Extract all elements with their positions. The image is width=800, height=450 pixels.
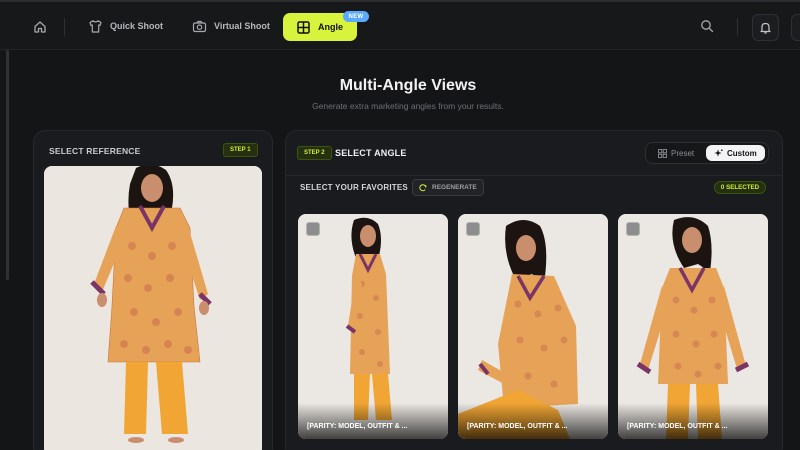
reference-image[interactable] <box>44 166 262 450</box>
mode-custom-label: Custom <box>727 148 757 158</box>
nav-virtual-shoot[interactable]: Virtual Shoot <box>192 2 270 50</box>
nav-quick-shoot-label: Quick Shoot <box>110 21 164 31</box>
shirt-icon <box>89 19 102 33</box>
reference-model-photo <box>44 166 262 450</box>
mode-preset-button[interactable]: Preset <box>650 145 702 161</box>
regenerate-button[interactable]: REGENERATE <box>412 179 484 196</box>
page-title: Multi-Angle Views <box>339 77 477 94</box>
selected-count-badge: 0 SELECTED <box>714 181 766 194</box>
nav-angle-label: Angle <box>318 22 344 32</box>
camera-icon <box>192 20 207 32</box>
top-nav-bar: Quick Shoot Virtual Shoot Angle NEW <box>0 0 800 50</box>
mode-custom-button[interactable]: Custom <box>706 145 765 161</box>
result-checkbox[interactable] <box>466 222 480 236</box>
favorites-label: SELECT YOUR FAVORITES <box>300 183 408 192</box>
result-caption: [PARITY: MODEL, OUTFIT & ... <box>467 423 568 430</box>
refresh-icon <box>419 183 427 191</box>
result-card[interactable]: [PARITY: MODEL, OUTFIT & ... <box>618 214 768 439</box>
angle-panel-title: SELECT ANGLE <box>335 148 407 158</box>
page-subtitle: Generate extra marketing angles from you… <box>312 101 504 111</box>
sparkle-icon <box>714 148 723 156</box>
caption-overlay <box>458 403 608 439</box>
search-icon <box>701 20 714 33</box>
result-card[interactable]: [PARITY: MODEL, OUTFIT & ... <box>458 214 608 439</box>
caption-overlay <box>298 403 448 439</box>
home-button[interactable] <box>28 15 52 39</box>
step-2-badge: STEP 2 <box>297 146 332 160</box>
grid-icon <box>658 148 667 158</box>
new-badge: NEW <box>343 11 369 22</box>
caption-overlay <box>618 403 768 439</box>
nav-divider <box>737 18 738 36</box>
grid-icon <box>297 20 310 34</box>
result-checkbox[interactable] <box>306 222 320 236</box>
panel-divider <box>286 175 782 176</box>
result-checkbox[interactable] <box>626 222 640 236</box>
notifications-button[interactable] <box>752 14 779 41</box>
step-1-badge: STEP 1 <box>223 143 258 157</box>
mode-toggle: Preset Custom <box>645 142 769 164</box>
result-caption: [PARITY: MODEL, OUTFIT & ... <box>307 423 408 430</box>
nav-divider <box>64 18 65 36</box>
home-icon <box>34 21 46 33</box>
regenerate-label: REGENERATE <box>432 184 477 191</box>
nav-virtual-shoot-label: Virtual Shoot <box>214 21 270 31</box>
result-caption: [PARITY: MODEL, OUTFIT & ... <box>627 423 728 430</box>
result-card[interactable]: [PARITY: MODEL, OUTFIT & ... <box>298 214 448 439</box>
nav-quick-shoot[interactable]: Quick Shoot <box>88 2 163 50</box>
mode-preset-label: Preset <box>671 148 695 158</box>
reference-panel-title: SELECT REFERENCE <box>49 146 141 156</box>
search-button[interactable] <box>700 19 716 35</box>
bell-icon <box>760 22 771 34</box>
account-button[interactable] <box>791 14 800 41</box>
